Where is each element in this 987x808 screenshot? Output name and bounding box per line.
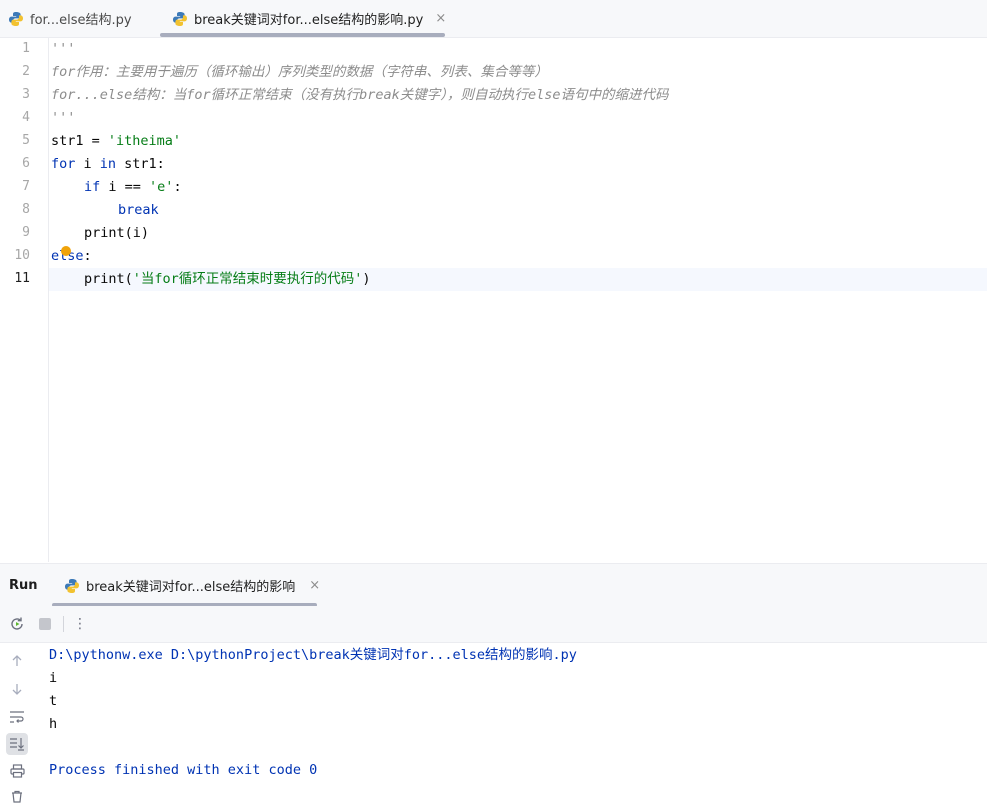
tab-break-keyword[interactable]: break关键词对for...else结构的影响.py ×: [172, 0, 446, 37]
code-line-1: ''': [51, 41, 76, 57]
more-options-icon[interactable]: ⋮: [70, 614, 90, 634]
run-tool-window-header: Run break关键词对for...else结构的影响 ×: [0, 563, 987, 607]
code-line-5: str1 = 'itheima': [51, 130, 181, 153]
code-line-9: print(i): [84, 225, 150, 241]
python-icon: [64, 578, 80, 594]
rerun-icon[interactable]: [7, 614, 27, 634]
line-number: 7: [22, 179, 30, 194]
string-literal: '当for循环正常结束时要执行的代码': [132, 271, 363, 287]
line-number: 3: [22, 87, 30, 102]
keyword-token: if: [84, 179, 101, 195]
line-number-current: 11: [14, 271, 30, 286]
code-line-3: for...else结构：当for循环正常结束（没有执行break关键字），则自…: [51, 87, 669, 103]
line-number: 6: [22, 156, 30, 171]
code-token: print(: [84, 271, 133, 287]
code-token: i: [75, 156, 100, 172]
scroll-down-icon[interactable]: [6, 678, 28, 700]
run-console[interactable]: D:\pythonw.exe D:\pythonProject\break关键词…: [0, 643, 987, 803]
console-output-line: h: [49, 716, 58, 732]
code-line-10: else:: [51, 245, 92, 268]
run-panel-title: Run: [9, 578, 38, 593]
clear-trash-icon[interactable]: [6, 786, 28, 808]
console-output-line: i: [49, 670, 58, 686]
line-number: 2: [22, 64, 30, 79]
code-token: ): [362, 271, 371, 287]
close-run-tab-icon[interactable]: ×: [309, 578, 320, 593]
console-exit-message: Process finished with exit code 0: [49, 762, 318, 778]
line-number-gutter: 1 2 3 4 5 6 7 8 9 10 11: [0, 38, 49, 562]
scroll-to-end-icon[interactable]: [6, 733, 28, 755]
code-editor[interactable]: 1 2 3 4 5 6 7 8 9 10 11 ''' for作用：主要用于遍历…: [0, 38, 987, 562]
tab-label: break关键词对for...else结构的影响.py: [194, 13, 424, 28]
tab-label: for...else结构.py: [30, 13, 132, 28]
keyword-token: for: [51, 156, 76, 172]
string-literal: 'e': [149, 179, 174, 195]
code-line-2: for作用：主要用于遍历（循环输出）序列类型的数据（字符串、列表、集合等等）: [51, 64, 548, 80]
run-toolbar: ⋮: [0, 606, 987, 643]
console-command-line: D:\pythonw.exe D:\pythonProject\break关键词…: [49, 647, 577, 663]
code-line-7: if i == 'e':: [84, 176, 182, 199]
line-number: 1: [22, 41, 30, 56]
line-number: 8: [22, 202, 30, 217]
code-line-4: ''': [51, 110, 76, 126]
toolbar-separator: [63, 616, 64, 632]
close-tab-icon[interactable]: ×: [435, 11, 446, 26]
run-tab-label: break关键词对for...else结构的影响: [86, 580, 296, 595]
code-token: :: [173, 179, 182, 195]
code-token: str1:: [116, 156, 165, 172]
keyword-token: break: [118, 202, 159, 218]
soft-wrap-icon[interactable]: [6, 706, 28, 728]
scroll-up-icon[interactable]: [6, 650, 28, 672]
code-line-6: for i in str1:: [51, 153, 165, 176]
code-line-11: print('当for循环正常结束时要执行的代码'): [84, 268, 371, 291]
tab-for-else[interactable]: for...else结构.py: [8, 0, 132, 37]
breakpoint-marker-icon[interactable]: [61, 246, 71, 256]
line-number: 4: [22, 110, 30, 125]
line-number: 10: [14, 248, 30, 263]
console-side-toolbar: [0, 643, 34, 803]
console-output-line: t: [49, 693, 58, 709]
editor-tab-bar: for...else结构.py break关键词对for...else结构的影响…: [0, 0, 987, 38]
keyword-token: in: [99, 156, 117, 172]
line-number: 5: [22, 133, 30, 148]
print-icon[interactable]: [6, 760, 28, 782]
active-tab-indicator: [160, 33, 445, 37]
code-line-8: break: [118, 199, 159, 222]
run-config-tab[interactable]: break关键词对for...else结构的影响 ×: [64, 576, 320, 595]
string-literal: 'itheima': [107, 133, 182, 149]
python-file-icon: [8, 11, 24, 27]
code-token: i ==: [100, 179, 150, 195]
code-token: str1 =: [51, 133, 108, 149]
python-file-icon: [172, 11, 188, 27]
line-number: 9: [22, 225, 30, 240]
code-token: :: [83, 248, 92, 264]
stop-icon[interactable]: [35, 614, 55, 634]
